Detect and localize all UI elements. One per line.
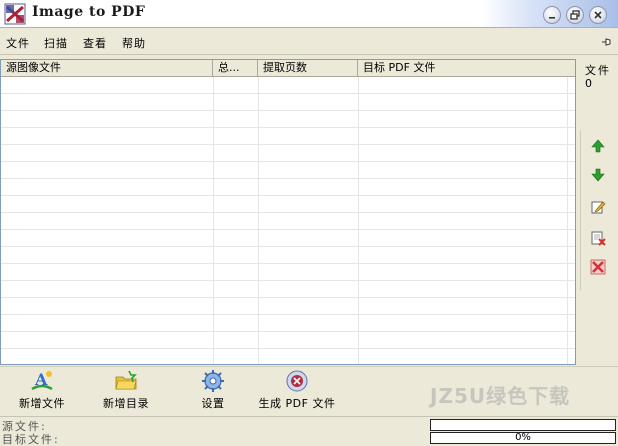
edit-icon <box>591 201 606 214</box>
column-header-pages[interactable]: 提取页数 <box>258 60 358 77</box>
menu-help[interactable]: 帮助 <box>122 35 146 51</box>
add-folder-label: 新增目录 <box>103 397 149 410</box>
table-body[interactable] <box>1 77 575 364</box>
add-files-label: 新增文件 <box>19 397 65 410</box>
minimize-icon <box>549 17 555 19</box>
generate-pdf-label: 生成 PDF 文件 <box>258 397 336 410</box>
close-button[interactable] <box>589 6 607 24</box>
maximize-button[interactable] <box>566 6 584 24</box>
add-files-icon: A <box>31 370 53 391</box>
generate-pdf-icon <box>286 370 308 392</box>
menu-bar: 文件 扫描 查看 帮助 <box>0 29 618 55</box>
file-table[interactable]: 源图像文件 总... 提取页数 目标 PDF 文件 <box>0 59 576 365</box>
column-header-total[interactable]: 总... <box>213 60 258 77</box>
clear-all-button[interactable] <box>587 256 609 278</box>
add-folder-button[interactable]: 新增目录 <box>100 369 152 413</box>
column-divider <box>213 77 214 364</box>
column-divider <box>567 77 568 364</box>
target-progress-bar: 0% <box>430 432 616 444</box>
title-bar[interactable]: Image to PDF <box>0 0 618 28</box>
add-folder-icon <box>115 370 137 390</box>
minimize-button[interactable] <box>543 6 561 24</box>
generate-pdf-button[interactable]: 生成 PDF 文件 <box>256 369 338 413</box>
source-progress-bar <box>430 419 616 431</box>
table-header: 源图像文件 总... 提取页数 目标 PDF 文件 <box>1 60 575 77</box>
column-divider <box>258 77 259 364</box>
move-down-button[interactable] <box>587 164 609 186</box>
settings-button[interactable]: 设置 <box>196 369 230 413</box>
side-toolbar <box>580 130 614 290</box>
settings-label: 设置 <box>201 397 225 410</box>
edit-button[interactable] <box>587 196 609 218</box>
menu-view[interactable]: 查看 <box>83 35 107 51</box>
status-area: 源文件: 目标文件: 0% <box>0 416 618 446</box>
column-divider <box>358 77 359 364</box>
remove-item-button[interactable] <box>587 227 609 249</box>
add-files-button[interactable]: A 新增文件 <box>16 369 68 413</box>
pin-icon[interactable] <box>600 36 612 48</box>
menu-scan[interactable]: 扫描 <box>44 35 68 51</box>
arrow-up-icon <box>591 139 605 153</box>
watermark-text: JZ5U绿色下载 <box>430 384 571 408</box>
file-count-value: 0 <box>585 77 592 90</box>
window-title: Image to PDF <box>32 4 146 20</box>
red-x-icon <box>590 259 606 275</box>
file-count-label: 文件 <box>585 64 611 77</box>
target-progress-text: 0% <box>515 432 531 443</box>
gear-icon <box>202 370 224 392</box>
restore-icon <box>570 10 580 20</box>
column-header-target[interactable]: 目标 PDF 文件 <box>358 60 575 77</box>
close-icon <box>594 11 602 19</box>
menu-file[interactable]: 文件 <box>6 35 30 51</box>
column-header-source[interactable]: 源图像文件 <box>1 60 213 77</box>
arrow-down-icon <box>591 168 605 182</box>
move-up-button[interactable] <box>587 135 609 157</box>
delete-document-icon <box>591 231 606 246</box>
target-file-label: 目标文件: <box>2 433 60 446</box>
app-logo-icon <box>4 3 26 25</box>
